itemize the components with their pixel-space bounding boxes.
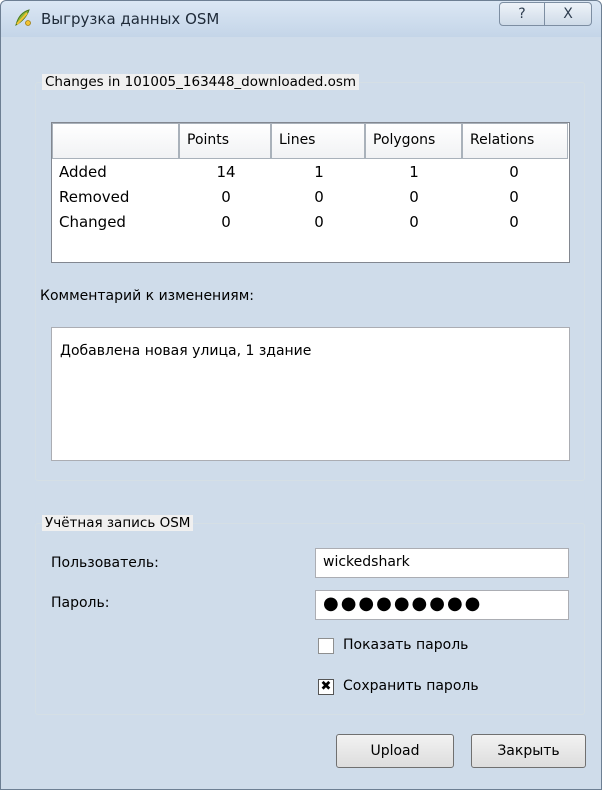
- changed-polygons: 0: [409, 213, 419, 231]
- save-password-checkbox[interactable]: ✖: [318, 679, 334, 695]
- table-header-polygons[interactable]: Polygons: [365, 123, 462, 159]
- checkmark-icon: ✖: [320, 679, 332, 694]
- help-button[interactable]: ?: [499, 2, 545, 26]
- password-mask: ●●●●●●●●●: [323, 593, 483, 614]
- save-password-label[interactable]: Сохранить пароль: [343, 678, 479, 694]
- username-input[interactable]: wickedshark: [315, 548, 569, 578]
- table-header-points[interactable]: Points: [179, 123, 271, 159]
- close-button[interactable]: Закрыть: [471, 734, 586, 768]
- changed-lines: 0: [314, 213, 324, 231]
- help-icon: ?: [518, 6, 526, 22]
- qgis-logo-icon: [15, 9, 31, 27]
- comment-label: Комментарий к изменениям:: [40, 288, 255, 304]
- changed-relations: 0: [509, 213, 519, 231]
- account-group-title: Учётная запись OSM: [42, 515, 194, 531]
- comment-textarea[interactable]: Добавлена новая улица, 1 здание: [51, 327, 570, 461]
- password-label: Пароль:: [51, 595, 110, 611]
- show-password-checkbox[interactable]: [318, 638, 334, 654]
- password-input[interactable]: ●●●●●●●●●: [315, 590, 569, 620]
- close-icon: X: [563, 6, 573, 22]
- show-password-label[interactable]: Показать пароль: [343, 637, 468, 653]
- added-relations: 0: [509, 163, 519, 181]
- row-label-added: Added: [59, 163, 107, 181]
- table-header-relations[interactable]: Relations: [462, 123, 568, 159]
- removed-polygons: 0: [409, 188, 419, 206]
- row-label-changed: Changed: [59, 213, 126, 231]
- close-window-button[interactable]: X: [544, 2, 592, 26]
- removed-relations: 0: [509, 188, 519, 206]
- added-lines: 1: [314, 163, 324, 181]
- removed-points: 0: [221, 188, 231, 206]
- title-bar[interactable]: Выгрузка данных OSM ? X: [1, 1, 601, 37]
- removed-lines: 0: [314, 188, 324, 206]
- row-label-removed: Removed: [59, 188, 130, 206]
- changed-points: 0: [221, 213, 231, 231]
- upload-button[interactable]: Upload: [336, 734, 454, 768]
- changes-group-title: Changes in 101005_163448_downloaded.osm: [42, 74, 360, 90]
- window-title: Выгрузка данных OSM: [41, 10, 220, 28]
- added-points: 14: [216, 163, 236, 181]
- added-polygons: 1: [409, 163, 419, 181]
- username-label: Пользователь:: [51, 555, 159, 571]
- table-header-lines[interactable]: Lines: [271, 123, 365, 159]
- table-header-corner[interactable]: [52, 123, 179, 159]
